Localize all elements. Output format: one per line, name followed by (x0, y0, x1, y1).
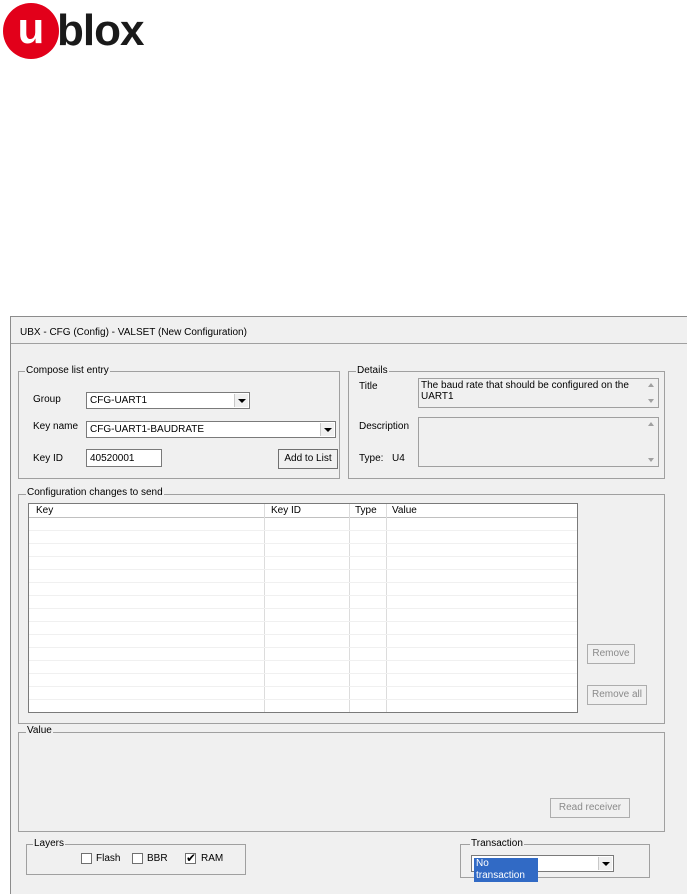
column-value[interactable]: Value (392, 504, 417, 517)
description-memo[interactable] (418, 417, 659, 467)
scroll-up-icon[interactable] (648, 422, 654, 426)
compose-legend: Compose list entry (25, 365, 110, 377)
transaction-combo-value: No transaction (474, 858, 538, 882)
list-row-line (29, 556, 577, 557)
changes-list[interactable]: Key Key ID Type Value (28, 503, 578, 713)
list-row-line (29, 530, 577, 531)
details-legend: Details (356, 365, 389, 377)
keyid-value: 40520001 (90, 453, 135, 464)
list-row-line (29, 582, 577, 583)
keyid-field[interactable]: 40520001 (86, 449, 162, 467)
title-memo[interactable]: The baud rate that should be configured … (418, 378, 659, 408)
list-row-line (29, 647, 577, 648)
ublox-logo-letter: u (17, 4, 45, 53)
remove-all-button[interactable]: Remove all (587, 685, 647, 705)
column-key-id[interactable]: Key ID (271, 504, 301, 517)
type-value: U4 (392, 453, 405, 464)
group-combo-value: CFG-UART1 (90, 395, 148, 406)
description-memo-scrollbar[interactable] (646, 418, 658, 466)
changes-legend: Configuration changes to send (26, 487, 164, 499)
list-row-line (29, 543, 577, 544)
ram-checkbox[interactable]: ✔ (185, 851, 197, 865)
bbr-checkbox[interactable] (132, 853, 143, 864)
title-label: Title (359, 381, 378, 392)
flash-checkbox[interactable] (81, 853, 92, 864)
scroll-down-icon[interactable] (648, 458, 654, 462)
bbr-label: BBR (147, 853, 168, 864)
keyname-combo-value: CFG-UART1-BAUDRATE (90, 424, 205, 435)
chevron-down-icon[interactable] (234, 394, 248, 407)
value-legend: Value (26, 725, 53, 737)
keyid-label: Key ID (33, 453, 64, 464)
list-row-line (29, 569, 577, 570)
column-type[interactable]: Type (355, 504, 377, 517)
transaction-legend: Transaction (470, 838, 524, 850)
valset-dialog: UBX - CFG (Config) - VALSET (New Configu… (10, 316, 687, 894)
title-divider (11, 343, 687, 344)
chevron-down-icon[interactable] (320, 423, 334, 436)
read-receiver-button[interactable]: Read receiver (550, 798, 630, 818)
list-row-line (29, 595, 577, 596)
keyname-combo[interactable]: CFG-UART1-BAUDRATE (86, 421, 336, 438)
list-row-line (29, 608, 577, 609)
dialog-title: UBX - CFG (Config) - VALSET (New Configu… (20, 327, 247, 338)
title-memo-scrollbar[interactable] (646, 379, 658, 407)
keyname-label: Key name (33, 421, 79, 432)
description-label: Description (359, 421, 410, 432)
list-row-line (29, 699, 577, 700)
add-to-list-button[interactable]: Add to List (278, 449, 338, 469)
remove-button[interactable]: Remove (587, 644, 635, 664)
changes-list-header: Key Key ID Type Value (29, 504, 577, 518)
title-memo-text: The baud rate that should be configured … (421, 380, 629, 402)
ram-label: RAM (201, 853, 224, 864)
group-label: Group (33, 394, 61, 405)
chevron-down-icon[interactable] (598, 857, 612, 870)
scroll-down-icon[interactable] (648, 399, 654, 403)
layers-legend: Layers (33, 838, 66, 850)
scroll-up-icon[interactable] (648, 383, 654, 387)
list-row-line (29, 686, 577, 687)
list-row-line (29, 634, 577, 635)
group-combo[interactable]: CFG-UART1 (86, 392, 250, 409)
ublox-logo-text: blox (57, 6, 144, 55)
column-key[interactable]: Key (36, 504, 53, 517)
column-divider (577, 504, 578, 712)
list-row-line (29, 673, 577, 674)
type-label: Type: (359, 453, 384, 464)
flash-label: Flash (96, 853, 121, 864)
list-row-line (29, 621, 577, 622)
transaction-combo[interactable]: No transaction (471, 855, 614, 882)
list-row-line (29, 660, 577, 661)
check-icon: ✔ (186, 851, 197, 865)
